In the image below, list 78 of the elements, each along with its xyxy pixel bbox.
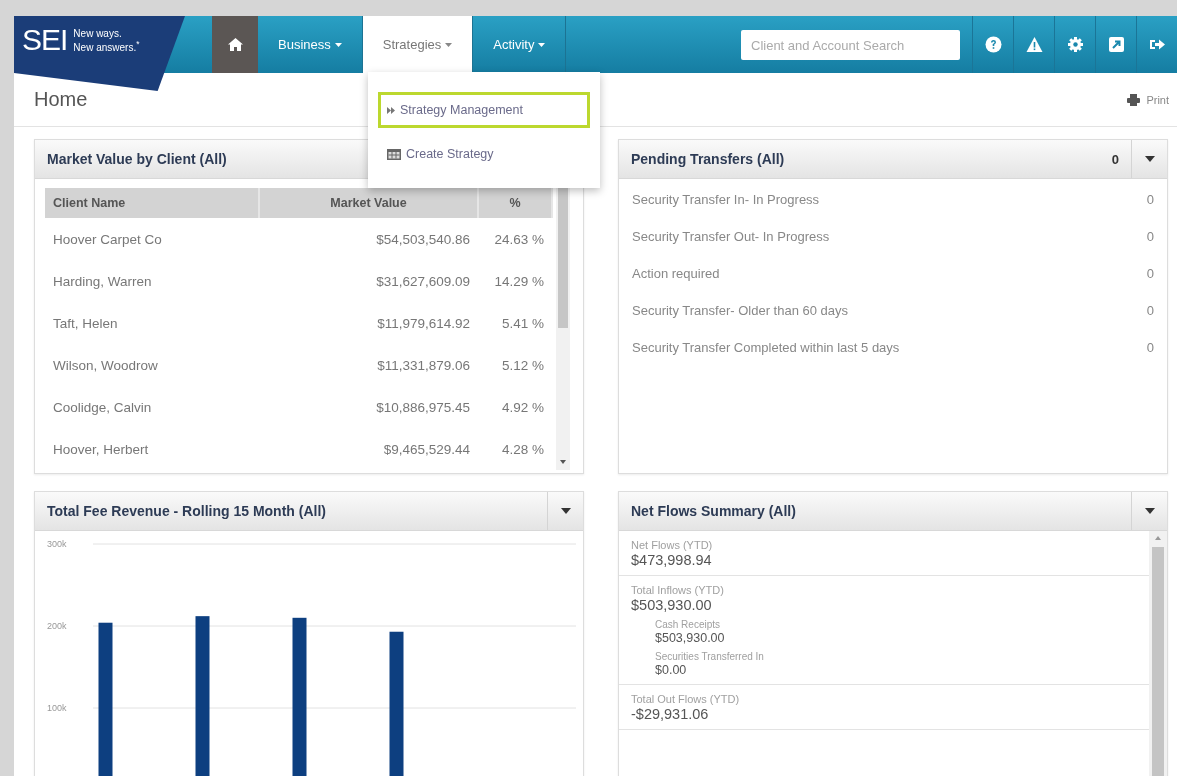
column-header[interactable]: % <box>478 188 552 218</box>
caret-icon <box>1144 508 1155 514</box>
flow-value: -$29,931.06 <box>631 706 710 722</box>
table-cell-text: $11,979,614.92 <box>376 314 471 333</box>
transfer-count: 0 <box>1146 303 1154 318</box>
table-cell-text: Harding, Warren <box>52 272 153 291</box>
nav-tab[interactable]: Business <box>258 16 363 73</box>
panel-title: Total Fee Revenue - Rolling 15 Month (All) <box>46 503 326 519</box>
caret-icon <box>445 42 453 47</box>
table-cell-text: 5.41 % <box>500 314 545 333</box>
flow-value: $503,930.00 <box>631 597 713 613</box>
menu-item[interactable]: Create Strategy <box>378 136 590 172</box>
settings-icon <box>1066 36 1084 53</box>
table-icon <box>387 148 401 160</box>
flow-value: $503,930.00 <box>655 631 726 645</box>
external-link-icon <box>1107 36 1125 53</box>
flow-value: $473,998.94 <box>631 552 713 568</box>
chevron-icon <box>387 106 395 114</box>
transfer-label: Security Transfer In- In Progress <box>632 192 820 207</box>
table-cell-text: $31,627,609.09 <box>375 272 471 291</box>
home-button[interactable] <box>212 16 258 73</box>
table-cell-text: $10,886,975.45 <box>375 398 471 417</box>
transfer-count: 0 <box>1146 192 1154 207</box>
caret-icon <box>1144 156 1155 162</box>
table-cell-text: $11,331,879.06 <box>376 356 471 375</box>
column-header[interactable]: Client Name <box>45 188 259 218</box>
caret-icon <box>560 508 571 514</box>
table-cell-text: 14.29 % <box>493 272 545 291</box>
table-cell-text: Wilson, Woodrow <box>52 356 159 375</box>
warning-icon <box>1025 36 1043 53</box>
flow-label: Securities Transferred In <box>655 651 765 662</box>
caret-icon <box>538 42 546 47</box>
scrollbar[interactable] <box>1149 531 1167 776</box>
flow-label: Total Out Flows (YTD) <box>631 693 741 705</box>
column-header[interactable]: Market Value <box>259 188 478 218</box>
flow-label: Net Flows (YTD) <box>631 539 714 551</box>
table-cell-text: 4.28 % <box>500 440 545 459</box>
flow-value: $0.00 <box>655 663 688 677</box>
y-tick-label: 200k <box>47 621 67 631</box>
nav-tab[interactable]: Strategies <box>362 16 474 73</box>
table-cell-text: Coolidge, Calvin <box>52 398 153 417</box>
table-cell-text: Hoover, Herbert <box>52 440 150 459</box>
flow-label: Total Inflows (YTD) <box>631 584 725 596</box>
y-tick-label: 300k <box>47 539 67 549</box>
panel-title: Market Value by Client (All) <box>46 151 227 167</box>
y-tick-label: 100k <box>47 703 67 713</box>
table-cell-text: 5.12 % <box>500 356 545 375</box>
scroll-up-arrow-icon <box>1155 536 1161 540</box>
scrollbar[interactable] <box>556 188 570 470</box>
logo-wordmark: SEI <box>22 24 68 56</box>
page-title: Home <box>34 88 88 111</box>
transfer-count: 0 <box>1146 266 1154 281</box>
logo-tagline: New answers.$^{*}$ <box>73 39 140 54</box>
search-field[interactable]: Client and Account Search <box>741 30 960 60</box>
transfer-label: Security Transfer Completed within last 5 days <box>632 340 900 355</box>
table-cell-text: 4.92 % <box>500 398 545 417</box>
printer-icon <box>1127 93 1141 106</box>
table-cell: Hoover Carpet Co <box>45 218 259 260</box>
menu-item[interactable]: Strategy Management <box>378 92 590 128</box>
transfer-count: 0 <box>1146 340 1154 355</box>
caret-icon <box>334 42 342 47</box>
print-link[interactable]: Print <box>1127 93 1169 106</box>
panel-title: Net Flows Summary (All) <box>630 503 796 519</box>
table-cell: 24.63 % <box>478 218 552 260</box>
transfer-label: Security Transfer- Older than 60 days <box>632 303 849 318</box>
transfer-count: 0 <box>1146 229 1154 244</box>
home-icon <box>226 37 244 52</box>
logo-tagline: New ways. <box>73 28 123 39</box>
table-cell-text: $9,465,529.44 <box>382 440 471 459</box>
panel-title: Pending Transfers (All) <box>630 151 785 167</box>
flow-label: Cash Receipts <box>655 619 722 630</box>
help-icon <box>984 36 1002 53</box>
transfer-label: Security Transfer Out- In Progress <box>632 229 830 244</box>
table-cell-text: Taft, Helen <box>52 314 119 333</box>
scroll-down-arrow-icon <box>560 460 566 464</box>
table-cell: $54,503,540.86 <box>259 218 478 260</box>
transfer-label: Action required <box>632 266 720 281</box>
transfer-count: 0 <box>1110 151 1120 167</box>
